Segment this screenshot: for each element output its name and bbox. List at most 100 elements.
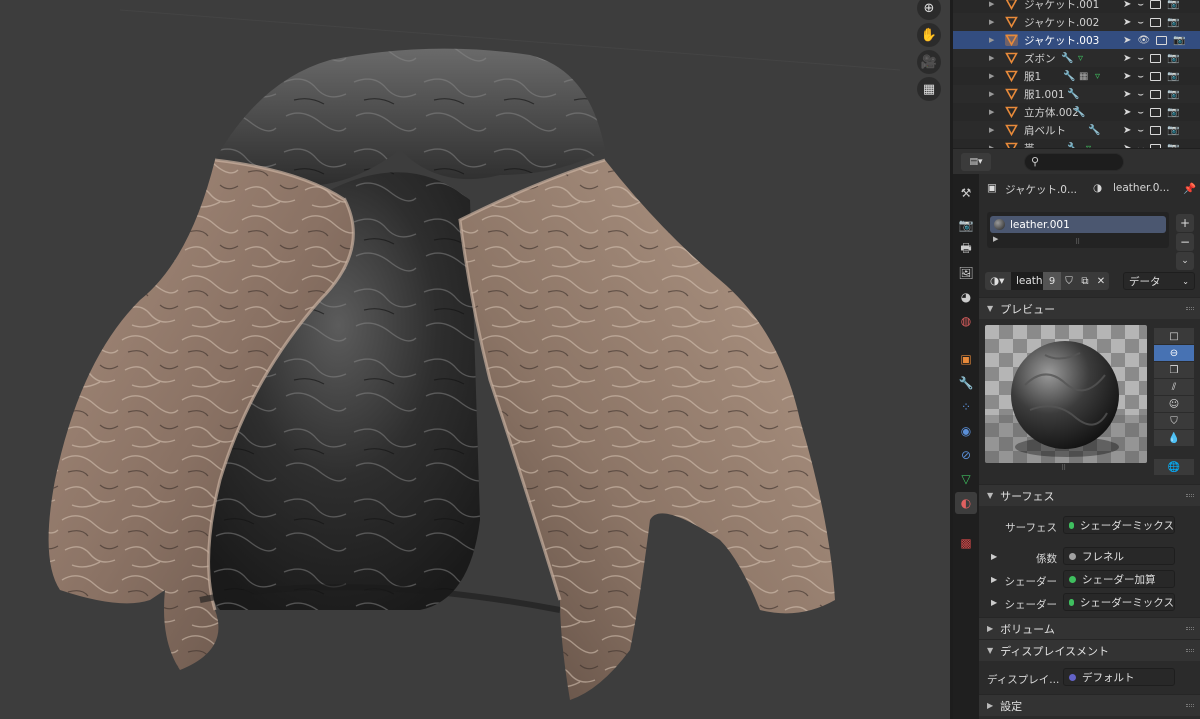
outliner-row[interactable]: ▶帯🔧▿➤⌣📷	[953, 139, 1200, 148]
eye-closed-icon[interactable]: ⌣	[1137, 17, 1144, 28]
search-input[interactable]: ⚲	[1024, 153, 1124, 171]
outliner-row[interactable]: ▶ ジャケット.002 ➤ ⌣ 📷	[953, 13, 1200, 31]
outliner[interactable]: ▶ ジャケット.001 ➤ ⌣ 📷 ▶ ジャケット.002 ➤ ⌣ 📷 ▶ ジャケット.003 ➤ 👁 📷 ▶…	[953, 0, 1200, 148]
outliner-row[interactable]: ▶ ジャケット.003 ➤ 👁 📷	[953, 31, 1200, 49]
hand-icon[interactable]: ✋	[917, 23, 941, 47]
data-tab-icon[interactable]: ▽	[955, 468, 977, 490]
camera-render-icon[interactable]: 📷	[1167, 53, 1179, 64]
world-lighting-icon[interactable]: 🌐	[1154, 459, 1194, 476]
monitor-icon[interactable]	[1149, 17, 1161, 27]
displacement-field[interactable]: デフォルト	[1063, 668, 1175, 686]
monitor-icon[interactable]	[1149, 125, 1161, 135]
output-tab-icon[interactable]: 🖶	[955, 238, 977, 260]
view-layer-tab-icon[interactable]: 🖼	[955, 262, 977, 284]
expand-arrow-icon[interactable]: ▶	[991, 552, 997, 561]
expand-arrow-icon[interactable]: ▶	[989, 108, 994, 116]
volume-panel-header[interactable]: ▶ ボリューム	[979, 617, 1200, 639]
displacement-panel-header[interactable]: ▼ ディスプレイスメント	[979, 639, 1200, 661]
select-cursor-icon[interactable]: ➤	[1123, 107, 1131, 118]
expand-arrow-icon[interactable]: ▶	[991, 598, 997, 607]
resize-grip-icon[interactable]: ⠿	[1075, 238, 1080, 246]
modifier-tab-icon[interactable]: 🔧	[955, 372, 977, 394]
expand-arrow-icon[interactable]: ▶	[989, 126, 994, 134]
shader-socket-field[interactable]: シェーダーミックス	[1063, 593, 1175, 611]
outliner-item-name[interactable]: 立方体.002	[1024, 105, 1079, 120]
constraints-tab-icon[interactable]: ⊘	[955, 444, 977, 466]
outliner-item-name[interactable]: ジャケット.001	[1024, 0, 1099, 12]
flat-preview-icon[interactable]: □	[1154, 328, 1194, 345]
monitor-icon[interactable]	[1149, 53, 1161, 63]
expand-arrow-icon[interactable]: ▶	[989, 90, 994, 98]
outliner-item-name[interactable]: ジャケット.002	[1024, 15, 1099, 30]
object-tab-icon[interactable]: ▣	[955, 348, 977, 370]
particles-tab-icon[interactable]: ⁘	[955, 396, 977, 418]
link-mode-dropdown[interactable]: データ ⌄	[1123, 272, 1195, 290]
scene-tab-icon[interactable]: ◕	[955, 286, 977, 308]
outliner-item-name[interactable]: ジャケット.003	[1024, 33, 1099, 48]
expand-arrow-icon[interactable]: ▶	[993, 235, 998, 243]
eye-closed-icon[interactable]: ⌣	[1137, 107, 1144, 118]
resize-grip-icon[interactable]: ⠿	[1061, 464, 1066, 472]
select-cursor-icon[interactable]: ➤	[1123, 17, 1131, 28]
camera-render-icon[interactable]: 📷	[1173, 35, 1185, 46]
outliner-row[interactable]: ▶ 肩ベルト 🔧 ➤ ⌣ 📷	[953, 121, 1200, 139]
slot-menu-button[interactable]: ⌄	[1176, 252, 1194, 270]
outliner-item-name[interactable]: 服1.001	[1024, 87, 1065, 102]
expand-arrow-icon[interactable]: ▶	[989, 36, 994, 44]
camera-render-icon[interactable]: 📷	[1167, 89, 1179, 100]
camera-render-icon[interactable]: 📷	[1167, 125, 1179, 136]
fluid-preview-icon[interactable]: 💧	[1154, 430, 1194, 447]
outliner-row[interactable]: ▶ 服1 🔧 ▦ ▿ ➤ ⌣ 📷	[953, 67, 1200, 85]
remove-slot-button[interactable]: −	[1176, 233, 1194, 251]
camera-render-icon[interactable]: 📷	[1167, 71, 1179, 82]
outliner-row[interactable]: ▶ 立方体.002 🔧 ➤ ⌣ 📷	[953, 103, 1200, 121]
expand-arrow-icon[interactable]: ▶	[989, 54, 994, 62]
select-cursor-icon[interactable]: ➤	[1123, 0, 1131, 10]
world-tab-icon[interactable]: ◍	[955, 310, 977, 332]
preview-panel-header[interactable]: ▼ プレビュー	[979, 297, 1200, 319]
monitor-icon[interactable]	[1149, 107, 1161, 117]
monitor-icon[interactable]	[1156, 35, 1168, 45]
eye-closed-icon[interactable]: ⌣	[1137, 89, 1144, 100]
pin-icon[interactable]: 📌	[1183, 182, 1196, 195]
duplicate-icon[interactable]: ⧉	[1077, 272, 1093, 290]
camera-render-icon[interactable]: 📷	[1167, 107, 1179, 118]
fake-user-icon[interactable]: ⛉	[1061, 272, 1077, 290]
outliner-item-name[interactable]: 肩ベルト	[1024, 123, 1066, 138]
outliner-row[interactable]: ▶ ズボン 🔧 ▿ ➤ ⌣ 📷	[953, 49, 1200, 67]
grid-icon[interactable]: ▦	[917, 77, 941, 101]
outliner-item-name[interactable]: ズボン	[1024, 51, 1056, 66]
browse-material-button[interactable]: ◑▾	[985, 272, 1011, 290]
expand-arrow-icon[interactable]: ▶	[989, 0, 994, 8]
add-slot-button[interactable]: +	[1176, 214, 1194, 232]
eye-closed-icon[interactable]: ⌣	[1137, 0, 1144, 10]
material-name-field[interactable]: leath	[1011, 272, 1043, 290]
select-cursor-icon[interactable]: ➤	[1123, 89, 1131, 100]
camera-icon[interactable]: 🎥	[917, 50, 941, 74]
expand-arrow-icon[interactable]: ▶	[989, 72, 994, 80]
shader-socket-field[interactable]: シェーダーミックス	[1063, 516, 1175, 534]
user-count[interactable]: 9	[1043, 272, 1061, 290]
sphere-preview-icon[interactable]: ⊖	[1154, 345, 1194, 362]
shader-socket-field[interactable]: シェーダー加算	[1063, 570, 1175, 588]
hair-preview-icon[interactable]: ⫽	[1154, 379, 1194, 396]
cloth-preview-icon[interactable]: ⛉	[1154, 413, 1194, 430]
outliner-row[interactable]: ▶ ジャケット.001 ➤ ⌣ 📷	[953, 0, 1200, 13]
select-cursor-icon[interactable]: ➤	[1123, 53, 1131, 64]
camera-render-icon[interactable]: 📷	[1167, 17, 1179, 28]
outliner-item-name[interactable]: 服1	[1024, 69, 1041, 84]
eye-closed-icon[interactable]: ⌣	[1137, 53, 1144, 64]
3d-viewport[interactable]: ⊕ ✋ 🎥 ▦	[0, 0, 950, 719]
outliner-row[interactable]: ▶ 服1.001 🔧 ➤ ⌣ 📷	[953, 85, 1200, 103]
eye-icon[interactable]: 👁	[1137, 35, 1150, 46]
tool-tab-icon[interactable]: ⚒	[955, 182, 977, 204]
monitor-icon[interactable]	[1149, 89, 1161, 99]
select-cursor-icon[interactable]: ➤	[1123, 35, 1131, 46]
expand-arrow-icon[interactable]: ▶	[989, 18, 994, 26]
outliner-item-name[interactable]: 帯	[1024, 141, 1035, 149]
shader-socket-field[interactable]: フレネル	[1063, 547, 1175, 565]
select-cursor-icon[interactable]: ➤	[1123, 125, 1131, 136]
settings-panel-header[interactable]: ▶ 設定	[979, 694, 1200, 716]
material-tab-icon[interactable]: ◐	[955, 492, 977, 514]
physics-tab-icon[interactable]: ◉	[955, 420, 977, 442]
